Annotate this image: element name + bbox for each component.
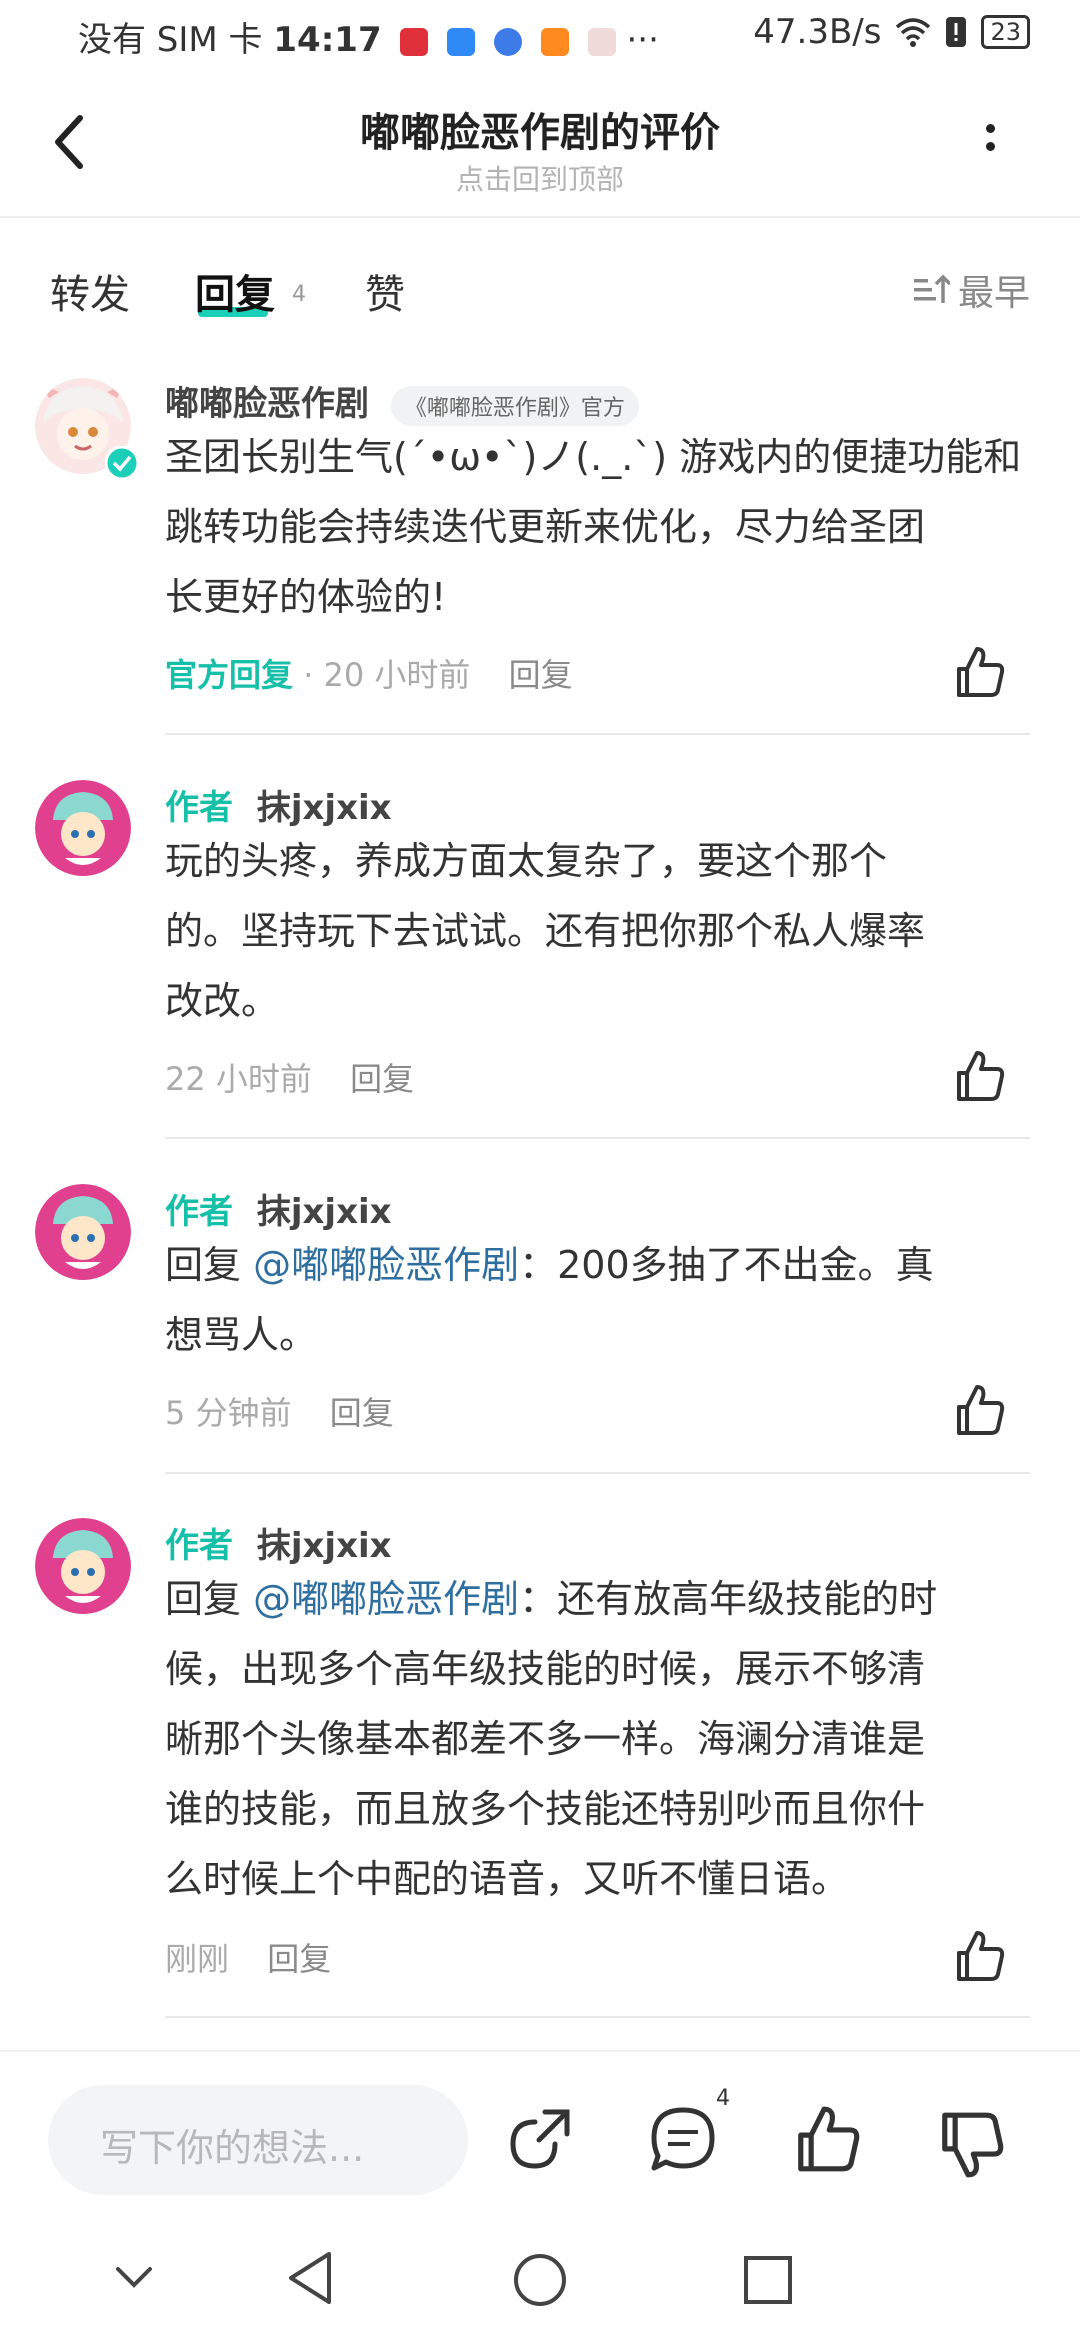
wifi-icon [896,18,931,47]
more-vert-icon[interactable] [980,124,1000,174]
book-app-icon [400,27,429,56]
comment-author[interactable]: 抹jxjxix [257,1526,392,1566]
divider [165,2016,1030,2018]
mention-link[interactable]: @嘟嘟脸恶作剧 [253,1577,519,1621]
cloud-app-icon [447,27,476,56]
comment-line: 谁的技能，而且放多个技能还特别吵而且你什 [165,1787,926,1831]
comment-text: 玩的头疼，养成方面太复杂了，要这个那个 的。坚持玩下去试试。还有把你那个私人爆率… [165,826,1080,1036]
comment-author[interactable]: 嘟嘟脸恶作剧 [165,384,369,424]
divider [165,733,1030,735]
comment-time: · 20 小时前 [303,656,471,694]
comment-meta: 5 分钟前 回复 [165,1388,394,1434]
comment-line: 玩的头疼，养成方面太复杂了，要这个那个 [165,839,888,883]
comment-line: 候，出现多个高年级技能的时候，展示不够清 [165,1647,926,1691]
comment-line: 圣团长别生气(ˊ•ω•ˋ)ノ(._.`) 游戏内的便捷功能和 [165,435,1022,479]
reply-button[interactable]: 回复 [267,1940,331,1978]
reply-button[interactable]: 回复 [330,1394,394,1432]
status-bar: 没有 SIM 卡 14:17 ··· 47.3B/s 23 [0,0,1080,72]
comment-author-line: 作者 抹jxjxix [165,1518,392,1567]
comment-line: 的。坚持玩下去试试。还有把你那个私人爆率 [165,909,926,953]
divider [165,1137,1030,1139]
page-title[interactable]: 嘟嘟脸恶作剧的评价 [0,100,1080,158]
app-header: 嘟嘟脸恶作剧的评价 点击回到顶部 [0,72,1080,218]
comment-line: 么时候上个中配的语音，又听不懂日语。 [165,1857,850,1901]
more-notifications: ··· [626,20,659,60]
reply-button[interactable]: 回复 [350,1060,414,1098]
tab-reply-count: 4 [292,282,306,307]
comment-text: 回复 @嘟嘟脸恶作剧：200多抽了不出金。真 想骂人。 [165,1230,1080,1370]
avatar[interactable] [35,1184,131,1280]
comment-line: 回复 @嘟嘟脸恶作剧：还有放高年级技能的时 [165,1564,1080,1634]
verified-icon [105,446,139,480]
browser-app-icon [494,27,523,56]
comment-text: 圣团长别生气(ˊ•ω•ˋ)ノ(._.`) 游戏内的便捷功能和 跳转功能会持续迭代… [165,422,1080,632]
reply-prefix: 回复 [165,1243,242,1287]
shop-app-icon [587,27,616,56]
comment-line: 想骂人。 [165,1313,318,1357]
author-tag: 作者 [165,1526,233,1566]
like-icon[interactable] [953,1383,1007,1437]
author-tag: 作者 [165,1192,233,1232]
comment-line: 晰那个头像基本都差不多一样。海澜分清谁是 [165,1717,926,1761]
tab-like[interactable]: 赞 [365,262,405,320]
reply-button[interactable]: 回复 [509,656,573,694]
comment-line: 跳转功能会持续迭代更新来优化，尽力给圣团 [165,505,926,549]
carrier-label: 没有 SIM 卡 [78,20,263,60]
comment-icon[interactable] [648,2104,718,2174]
comment-author[interactable]: 抹jxjxix [257,788,392,828]
comment-meta: 22 小时前 回复 [165,1054,414,1100]
comment-line-rest: ：200多抽了不出金。真 [519,1243,934,1287]
like-icon[interactable] [953,645,1007,699]
comment-time: 22 小时前 [165,1060,312,1098]
comment-input-placeholder: 写下你的想法... [100,2126,365,2170]
video-app-icon [540,27,569,56]
nav-back-icon[interactable] [285,2250,337,2306]
share-icon[interactable] [505,2104,575,2174]
comment-time: 刚刚 [165,1940,230,1978]
avatar[interactable] [35,780,131,876]
comment-author[interactable]: 抹jxjxix [257,1192,392,1232]
tab-reply[interactable]: 回复 [195,262,275,320]
comment-line: 改改。 [165,979,280,1023]
sort-label: 最早 [957,273,1030,314]
like-icon[interactable] [953,1929,1007,1983]
dislike-icon[interactable] [937,2110,1007,2180]
author-tag: 作者 [165,788,233,828]
like-icon[interactable] [793,2104,863,2174]
scroll-to-top-hint[interactable]: 点击回到顶部 [0,158,1080,198]
comment-line-rest: ：还有放高年级技能的时 [519,1577,938,1621]
comment-author-line: 作者 抹jxjxix [165,1184,392,1233]
divider [165,1472,1030,1474]
sort-button[interactable]: 最早 [912,264,1030,316]
reply-prefix: 回复 [165,1577,242,1621]
nav-down-icon[interactable] [112,2255,156,2299]
network-speed: 47.3B/s [753,12,882,52]
official-badge: 《嘟嘟脸恶作剧》官方 [390,385,639,426]
comment-meta: 官方回复 · 20 小时前 回复 [165,650,573,696]
official-reply-label: 官方回复 [165,656,294,694]
comment-item [35,378,139,480]
comment-meta: 刚刚 回复 [165,1934,331,1980]
nav-recents-icon[interactable] [742,2254,794,2306]
alert-icon [946,17,967,47]
comment-text: 回复 @嘟嘟脸恶作剧：还有放高年级技能的时 候，出现多个高年级技能的时候，展示不… [165,1564,1080,1914]
status-left: 没有 SIM 卡 14:17 ··· [78,12,659,61]
comment-line: 长更好的体验的! [165,575,447,619]
comment-time: 5 分钟前 [165,1394,292,1432]
avatar[interactable] [35,1518,131,1614]
sort-icon [913,274,950,303]
comment-count-badge: 4 [716,2086,730,2111]
clock: 14:17 [273,20,382,60]
nav-home-icon[interactable] [512,2252,568,2308]
comment-line: 回复 @嘟嘟脸恶作剧：200多抽了不出金。真 [165,1230,1080,1300]
comment-author-line: 嘟嘟脸恶作剧 《嘟嘟脸恶作剧》官方 [165,376,639,426]
tab-forward[interactable]: 转发 [50,262,130,320]
mention-link[interactable]: @嘟嘟脸恶作剧 [253,1243,519,1287]
like-icon[interactable] [953,1049,1007,1103]
comment-author-line: 作者 抹jxjxix [165,780,392,829]
battery-level: 23 [981,15,1030,49]
status-right: 47.3B/s 23 [753,12,1030,52]
